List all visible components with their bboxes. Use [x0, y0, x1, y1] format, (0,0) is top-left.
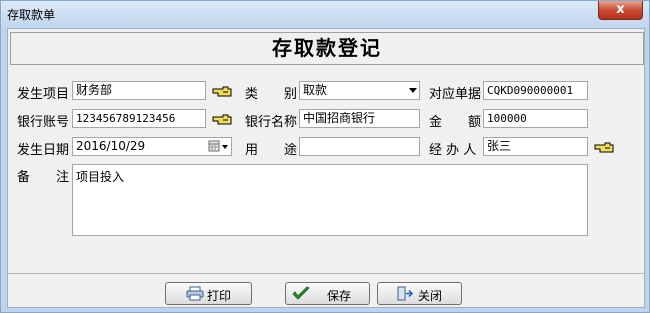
- handler-field[interactable]: 张三: [483, 137, 588, 156]
- occurrence-item-field[interactable]: 财务部: [72, 81, 206, 100]
- chevron-down-icon[interactable]: [409, 88, 417, 93]
- close-button[interactable]: 关闭: [377, 282, 462, 305]
- purpose-field[interactable]: [299, 137, 420, 156]
- save-button-label: 保存: [327, 289, 352, 303]
- bank-account-label: 银行账号: [17, 115, 70, 130]
- bank-name-label: 银行名称: [245, 115, 298, 130]
- voucher-field[interactable]: CQKD090000001: [483, 81, 588, 100]
- occurrence-item-label: 发生项目: [17, 87, 70, 102]
- hand-pointer-icon[interactable]: [212, 112, 232, 126]
- print-button[interactable]: 打印: [165, 282, 252, 305]
- printer-icon: [186, 286, 204, 301]
- category-label: 类 别: [245, 87, 298, 102]
- bank-name-field[interactable]: 中国招商银行: [299, 109, 420, 128]
- window-title: 存取款单: [7, 8, 56, 22]
- purpose-label: 用 途: [245, 143, 298, 158]
- exit-door-icon: [397, 286, 414, 301]
- footer-divider: [8, 273, 644, 274]
- remark-textarea[interactable]: 项目投入: [72, 164, 588, 236]
- remark-label: 备 注: [17, 170, 70, 185]
- voucher-label: 对应单据: [429, 87, 482, 102]
- bank-account-field[interactable]: 123456789123456: [72, 109, 206, 128]
- form-title: 存取款登记: [10, 32, 644, 65]
- checkmark-icon: [292, 286, 310, 300]
- handler-label: 经 办 人: [429, 143, 477, 158]
- category-select[interactable]: 取款: [299, 81, 420, 100]
- form-panel: 存取款登记 发生项目 财务部 类 别 取款 对应单据 CQKD090000001…: [7, 28, 645, 308]
- save-button[interactable]: 保存: [285, 282, 370, 305]
- hand-pointer-icon[interactable]: [594, 140, 614, 154]
- window-close-button[interactable]: x: [598, 1, 643, 20]
- date-value: 2016/10/29: [76, 139, 146, 153]
- date-label: 发生日期: [17, 143, 70, 158]
- dialog-window: 存取款单 x 存取款登记 发生项目 财务部 类 别 取款 对应单据 CQKD09…: [0, 0, 650, 313]
- print-button-label: 打印: [207, 289, 232, 303]
- calendar-icon[interactable]: [208, 139, 230, 154]
- hand-pointer-icon[interactable]: [212, 84, 232, 98]
- category-value: 取款: [303, 83, 328, 97]
- amount-field[interactable]: 100000: [483, 109, 588, 128]
- title-bar: 存取款单 x: [1, 1, 649, 27]
- date-picker[interactable]: 2016/10/29: [72, 137, 232, 156]
- close-button-label: 关闭: [418, 289, 443, 303]
- amount-label: 金 额: [429, 115, 482, 130]
